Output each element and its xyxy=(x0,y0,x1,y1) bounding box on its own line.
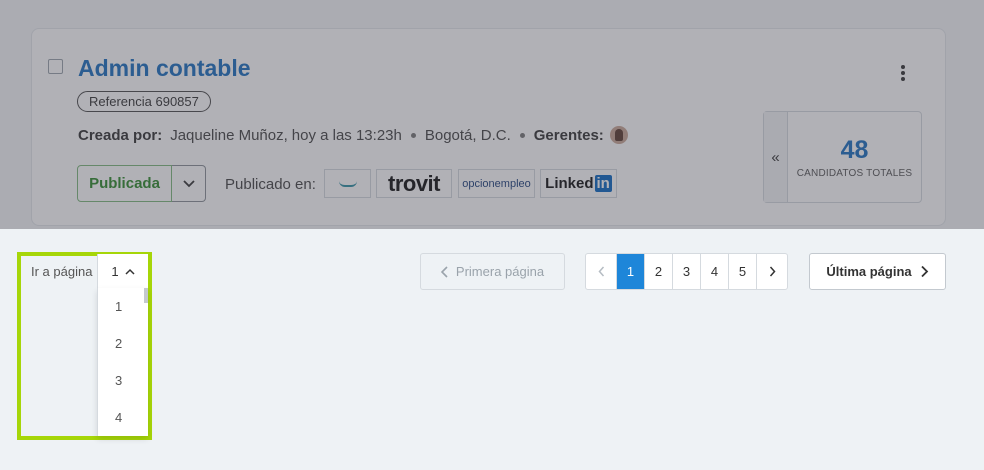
chevron-left-icon xyxy=(440,265,448,278)
goto-option[interactable]: 4 xyxy=(98,399,148,436)
goto-option[interactable]: 3 xyxy=(98,362,148,399)
page-button-1[interactable]: 1 xyxy=(616,254,644,289)
goto-page-select[interactable]: 1 xyxy=(97,254,148,288)
page-navigator: 1 2 3 4 5 xyxy=(585,253,788,290)
chevron-up-icon xyxy=(125,268,135,275)
chevron-left-icon xyxy=(597,266,604,277)
goto-page-options: 1 2 3 4 xyxy=(97,288,148,436)
job-card-area: Admin contable Referencia 690857 Creada … xyxy=(0,0,984,229)
prev-page-button[interactable] xyxy=(586,254,616,289)
chevron-right-icon xyxy=(769,266,776,277)
goto-selected-value: 1 xyxy=(111,263,119,279)
dropdown-scrollbar[interactable] xyxy=(144,288,148,303)
chevron-right-icon xyxy=(920,265,928,278)
page-button-5[interactable]: 5 xyxy=(728,254,756,289)
page-button-4[interactable]: 4 xyxy=(700,254,728,289)
last-page-button[interactable]: Última página xyxy=(809,253,946,290)
goto-option[interactable]: 2 xyxy=(98,325,148,362)
modal-overlay xyxy=(0,0,984,229)
page-button-2[interactable]: 2 xyxy=(644,254,672,289)
first-page-button[interactable]: Primera página xyxy=(420,253,565,290)
page-button-3[interactable]: 3 xyxy=(672,254,700,289)
goto-page-label: Ir a página xyxy=(31,264,93,279)
first-page-label: Primera página xyxy=(455,264,545,279)
goto-option[interactable]: 1 xyxy=(98,288,148,325)
last-page-label: Última página xyxy=(826,264,912,279)
next-page-button[interactable] xyxy=(756,254,787,289)
